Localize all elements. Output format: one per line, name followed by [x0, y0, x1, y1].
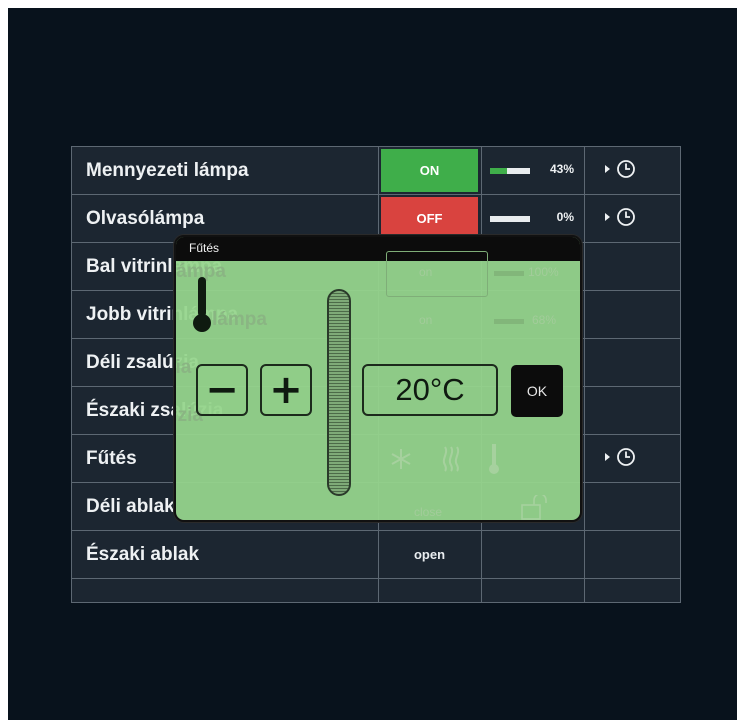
level-control[interactable]: 43% — [482, 147, 585, 194]
triangle-right-icon — [605, 453, 610, 461]
ghost-state: close — [414, 505, 443, 519]
state-toggle[interactable]: open — [381, 533, 478, 576]
triangle-right-icon — [605, 213, 610, 221]
timer-button[interactable] — [605, 159, 636, 179]
ok-button[interactable]: OK — [511, 365, 563, 417]
state-toggle[interactable]: ON — [381, 149, 478, 192]
ghost-level: 100% — [528, 265, 559, 279]
minus-icon: − — [205, 367, 239, 413]
table-row — [72, 579, 680, 602]
ghost-state: on — [419, 313, 433, 327]
temperature-slider[interactable] — [327, 289, 351, 496]
timer-button[interactable] — [605, 207, 636, 227]
clock-icon — [617, 160, 635, 178]
ghost-line — [494, 319, 524, 324]
ghost-lock-icon — [521, 495, 547, 520]
table-row[interactable]: Mennyezeti lámpa ON 43% — [72, 147, 680, 195]
device-name: Északi ablak — [86, 544, 200, 565]
timer-button[interactable] — [605, 447, 636, 467]
level-value: 0% — [556, 210, 574, 224]
ghost-text: lámpa — [212, 309, 267, 330]
ghost-text: zia — [175, 357, 192, 378]
level-bar — [490, 168, 530, 174]
increase-button[interactable]: + — [260, 364, 312, 416]
plus-icon: + — [269, 367, 303, 413]
level-value: 43% — [549, 162, 574, 176]
ghost-level: 68% — [532, 313, 557, 327]
clock-icon — [617, 208, 635, 226]
device-name: Mennyezeti lámpa — [86, 160, 249, 181]
thermometer-icon — [193, 277, 211, 332]
clock-icon — [617, 448, 635, 466]
level-bar — [490, 216, 530, 222]
ghost-thermometer-icon — [489, 444, 499, 474]
device-name: Fűtés — [86, 448, 137, 469]
triangle-right-icon — [605, 165, 610, 173]
ghost-snowflake-icon — [391, 449, 411, 469]
table-row[interactable]: Északi ablak open — [72, 531, 680, 579]
heating-dialog: Fűtés lámpa lámpa zia úzia on 100% on 68… — [174, 235, 582, 522]
level-fill — [490, 168, 508, 174]
ghost-line — [494, 271, 524, 276]
temperature-display: 20°C — [362, 364, 498, 416]
dialog-title: Fűtés — [176, 237, 580, 261]
ghost-heat-icon — [442, 446, 460, 472]
device-name: Déli ablak — [86, 496, 175, 517]
ghost-box — [386, 251, 488, 297]
decrease-button[interactable]: − — [196, 364, 248, 416]
device-name: Olvasólámpa — [86, 208, 205, 229]
state-toggle[interactable]: OFF — [381, 197, 478, 240]
